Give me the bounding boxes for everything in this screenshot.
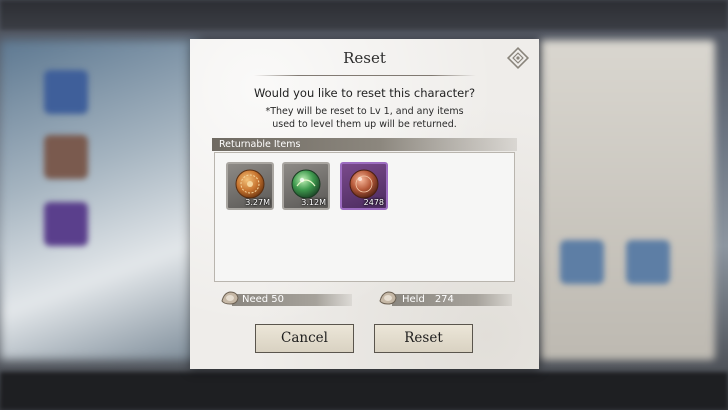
background-slot <box>626 240 670 284</box>
held-text: Held <box>402 294 425 305</box>
gold-coin-icon <box>235 169 265 199</box>
returnable-item[interactable]: 2478 <box>340 162 388 210</box>
cancel-button[interactable]: Cancel <box>255 324 354 353</box>
returnable-item[interactable]: 3.12M <box>282 162 330 210</box>
dialog-title: Reset <box>343 49 386 67</box>
background-character-art <box>0 40 200 360</box>
background-slot <box>44 70 88 114</box>
background-slot <box>560 240 604 284</box>
background-slot <box>44 135 88 179</box>
background-info-panel <box>540 40 715 360</box>
need-label: Need 50 <box>242 294 285 305</box>
settings-diamond-icon[interactable] <box>506 46 530 70</box>
reset-material-icon <box>379 291 397 305</box>
reset-button[interactable]: Reset <box>374 324 473 353</box>
background-top-bar <box>0 0 728 30</box>
held-value: 274 <box>434 294 454 305</box>
background-bottom-bar <box>0 372 728 410</box>
reset-note: *They will be reset to Lv 1, and any ite… <box>190 105 539 131</box>
item-count: 2478 <box>363 198 384 207</box>
background-slot <box>44 202 88 246</box>
reset-material-icon <box>221 291 239 305</box>
title-divider <box>254 75 476 76</box>
reset-dialog: Reset Would you like to reset this chara… <box>190 39 539 369</box>
item-count: 3.27M <box>245 198 270 207</box>
note-line-1: *They will be reset to Lv 1, and any ite… <box>265 106 464 117</box>
returnable-item[interactable]: 3.27M <box>226 162 274 210</box>
note-line-2: used to level them up will be returned. <box>272 119 457 130</box>
held-label: Held 274 <box>402 294 454 305</box>
reset-question: Would you like to reset this character? <box>253 86 476 100</box>
copper-orb-icon <box>349 169 379 199</box>
green-orb-icon <box>291 169 321 199</box>
returnable-items-label: Returnable Items <box>219 139 301 150</box>
item-count: 3.12M <box>301 198 326 207</box>
